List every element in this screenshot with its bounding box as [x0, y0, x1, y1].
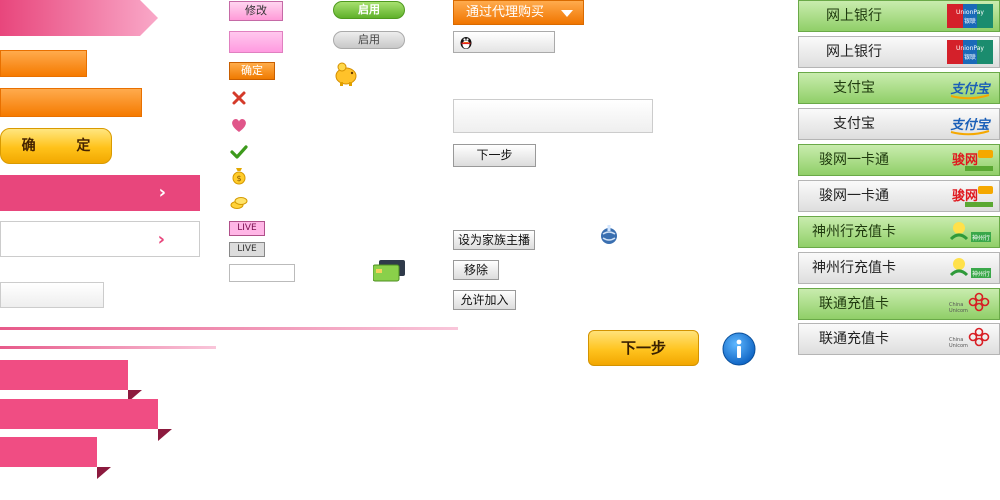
chevron-right-icon: › [157, 229, 165, 250]
money-bag-icon: $ [232, 168, 246, 185]
live-badge-inactive[interactable]: LIVE [229, 242, 265, 257]
junnet-icon: 骏网 [945, 183, 995, 209]
next-step-gold-button[interactable]: 下一步 [588, 330, 699, 366]
caret-down-icon [561, 10, 573, 17]
white-nav-bar[interactable]: › [0, 221, 200, 257]
payment-option-4[interactable]: 支付宝 支付宝 [798, 108, 1000, 140]
svg-text:UnionPay: UnionPay [956, 9, 984, 16]
svg-text:银联: 银联 [964, 53, 976, 61]
payment-option-7[interactable]: 神州行充值卡神州行 [798, 216, 1000, 248]
payment-option-label: 支付宝 [833, 116, 875, 132]
coins-icon [230, 197, 248, 209]
orange-bar-long[interactable] [0, 88, 142, 117]
svg-text:UnionPay: UnionPay [956, 45, 984, 52]
qq-penguin-icon [460, 37, 472, 49]
china-unicom-icon: China Unicom [945, 326, 995, 352]
svg-text:银联: 银联 [964, 17, 976, 25]
china-unicom-icon: China Unicom [945, 291, 995, 317]
gift-icon [601, 225, 617, 244]
large-text-input[interactable] [453, 99, 653, 133]
pink-nav-bar[interactable]: › [0, 175, 200, 211]
svg-text:Unicom: Unicom [949, 308, 968, 314]
chevron-right-icon: › [158, 182, 166, 203]
payment-option-label: 骏网一卡通 [819, 188, 889, 204]
small-text-input[interactable] [229, 264, 295, 282]
heart-icon[interactable] [229, 115, 249, 135]
enable-button[interactable]: 启用 [333, 1, 405, 19]
next-step-button[interactable]: 下一步 [453, 144, 536, 167]
pink-ribbon-tab[interactable] [0, 399, 172, 441]
payment-option-label: 网上银行 [826, 8, 882, 24]
payment-option-5[interactable]: 骏网一卡通 骏网 [798, 144, 1000, 176]
close-icon[interactable] [229, 88, 249, 108]
payment-option-2[interactable]: 网上银行 UnionPay 银联 [798, 36, 1000, 68]
ribbon-fold [97, 467, 111, 479]
edit-button[interactable]: 修改 [229, 1, 283, 21]
alipay-icon: 支付宝 [945, 111, 995, 137]
payment-option-label: 神州行充值卡 [812, 260, 896, 276]
pink-blank-button[interactable] [229, 31, 283, 53]
payment-option-1[interactable]: 网上银行 UnionPay 银联 [798, 0, 1000, 32]
info-icon[interactable] [722, 332, 756, 366]
payment-option-label: 骏网一卡通 [819, 152, 889, 168]
payment-option-label: 联通充值卡 [819, 331, 889, 347]
pink-ribbon-tab[interactable] [0, 437, 111, 479]
svg-text:神州行: 神州行 [972, 234, 990, 242]
allow-join-button[interactable]: 允许加入 [453, 290, 516, 310]
confirm-button[interactable]: 确 定 [0, 128, 112, 164]
unionpay-icon: UnionPay 银联 [945, 39, 995, 65]
pink-divider [0, 327, 458, 330]
payment-option-9[interactable]: 联通充值卡 China Unicom [798, 288, 1000, 320]
unionpay-icon: UnionPay 银联 [945, 3, 995, 29]
payment-option-3[interactable]: 支付宝 支付宝 [798, 72, 1000, 104]
junnet-icon: 骏网 [945, 147, 995, 173]
payment-option-label: 网上银行 [826, 44, 882, 60]
agent-purchase-dropdown[interactable]: 通过代理购买 [453, 0, 584, 25]
agent-purchase-label: 通过代理购买 [466, 5, 545, 20]
pink-ribbon-tab[interactable] [0, 360, 142, 402]
confirm-small-button[interactable]: 确定 [229, 62, 275, 80]
svg-text:Unicom: Unicom [949, 343, 968, 349]
ribbon-fold [158, 429, 172, 441]
payment-option-label: 联通充值卡 [819, 296, 889, 312]
credit-card-icon [373, 260, 405, 282]
svg-text:骏网: 骏网 [952, 188, 978, 204]
pink-divider-short [0, 346, 216, 349]
svg-text:骏网: 骏网 [952, 152, 978, 168]
piggy-bank-icon [335, 62, 357, 86]
pink-ribbon-banner [0, 0, 158, 36]
szx-icon: 神州行 [945, 219, 995, 245]
live-badge-active[interactable]: LIVE [229, 221, 265, 236]
svg-text:支付宝: 支付宝 [950, 117, 991, 133]
szx-icon: 神州行 [945, 255, 995, 281]
payment-option-6[interactable]: 骏网一卡通 骏网 [798, 180, 1000, 212]
svg-text:神州行: 神州行 [972, 270, 990, 278]
svg-text:$: $ [236, 174, 241, 183]
payment-option-10[interactable]: 联通充值卡 China Unicom [798, 323, 1000, 355]
qq-input[interactable] [453, 31, 555, 53]
set-family-host-button[interactable]: 设为家族主播 [453, 230, 535, 250]
checkmark-icon[interactable] [229, 142, 249, 162]
payment-option-label: 支付宝 [833, 80, 875, 96]
grey-input-box[interactable] [0, 282, 104, 308]
payment-option-8[interactable]: 神州行充值卡神州行 [798, 252, 1000, 284]
alipay-icon: 支付宝 [945, 75, 995, 101]
enable-button-disabled[interactable]: 启用 [333, 31, 405, 49]
payment-option-label: 神州行充值卡 [812, 224, 896, 240]
remove-button[interactable]: 移除 [453, 260, 499, 280]
svg-text:支付宝: 支付宝 [950, 81, 991, 97]
orange-bar-short[interactable] [0, 50, 87, 77]
